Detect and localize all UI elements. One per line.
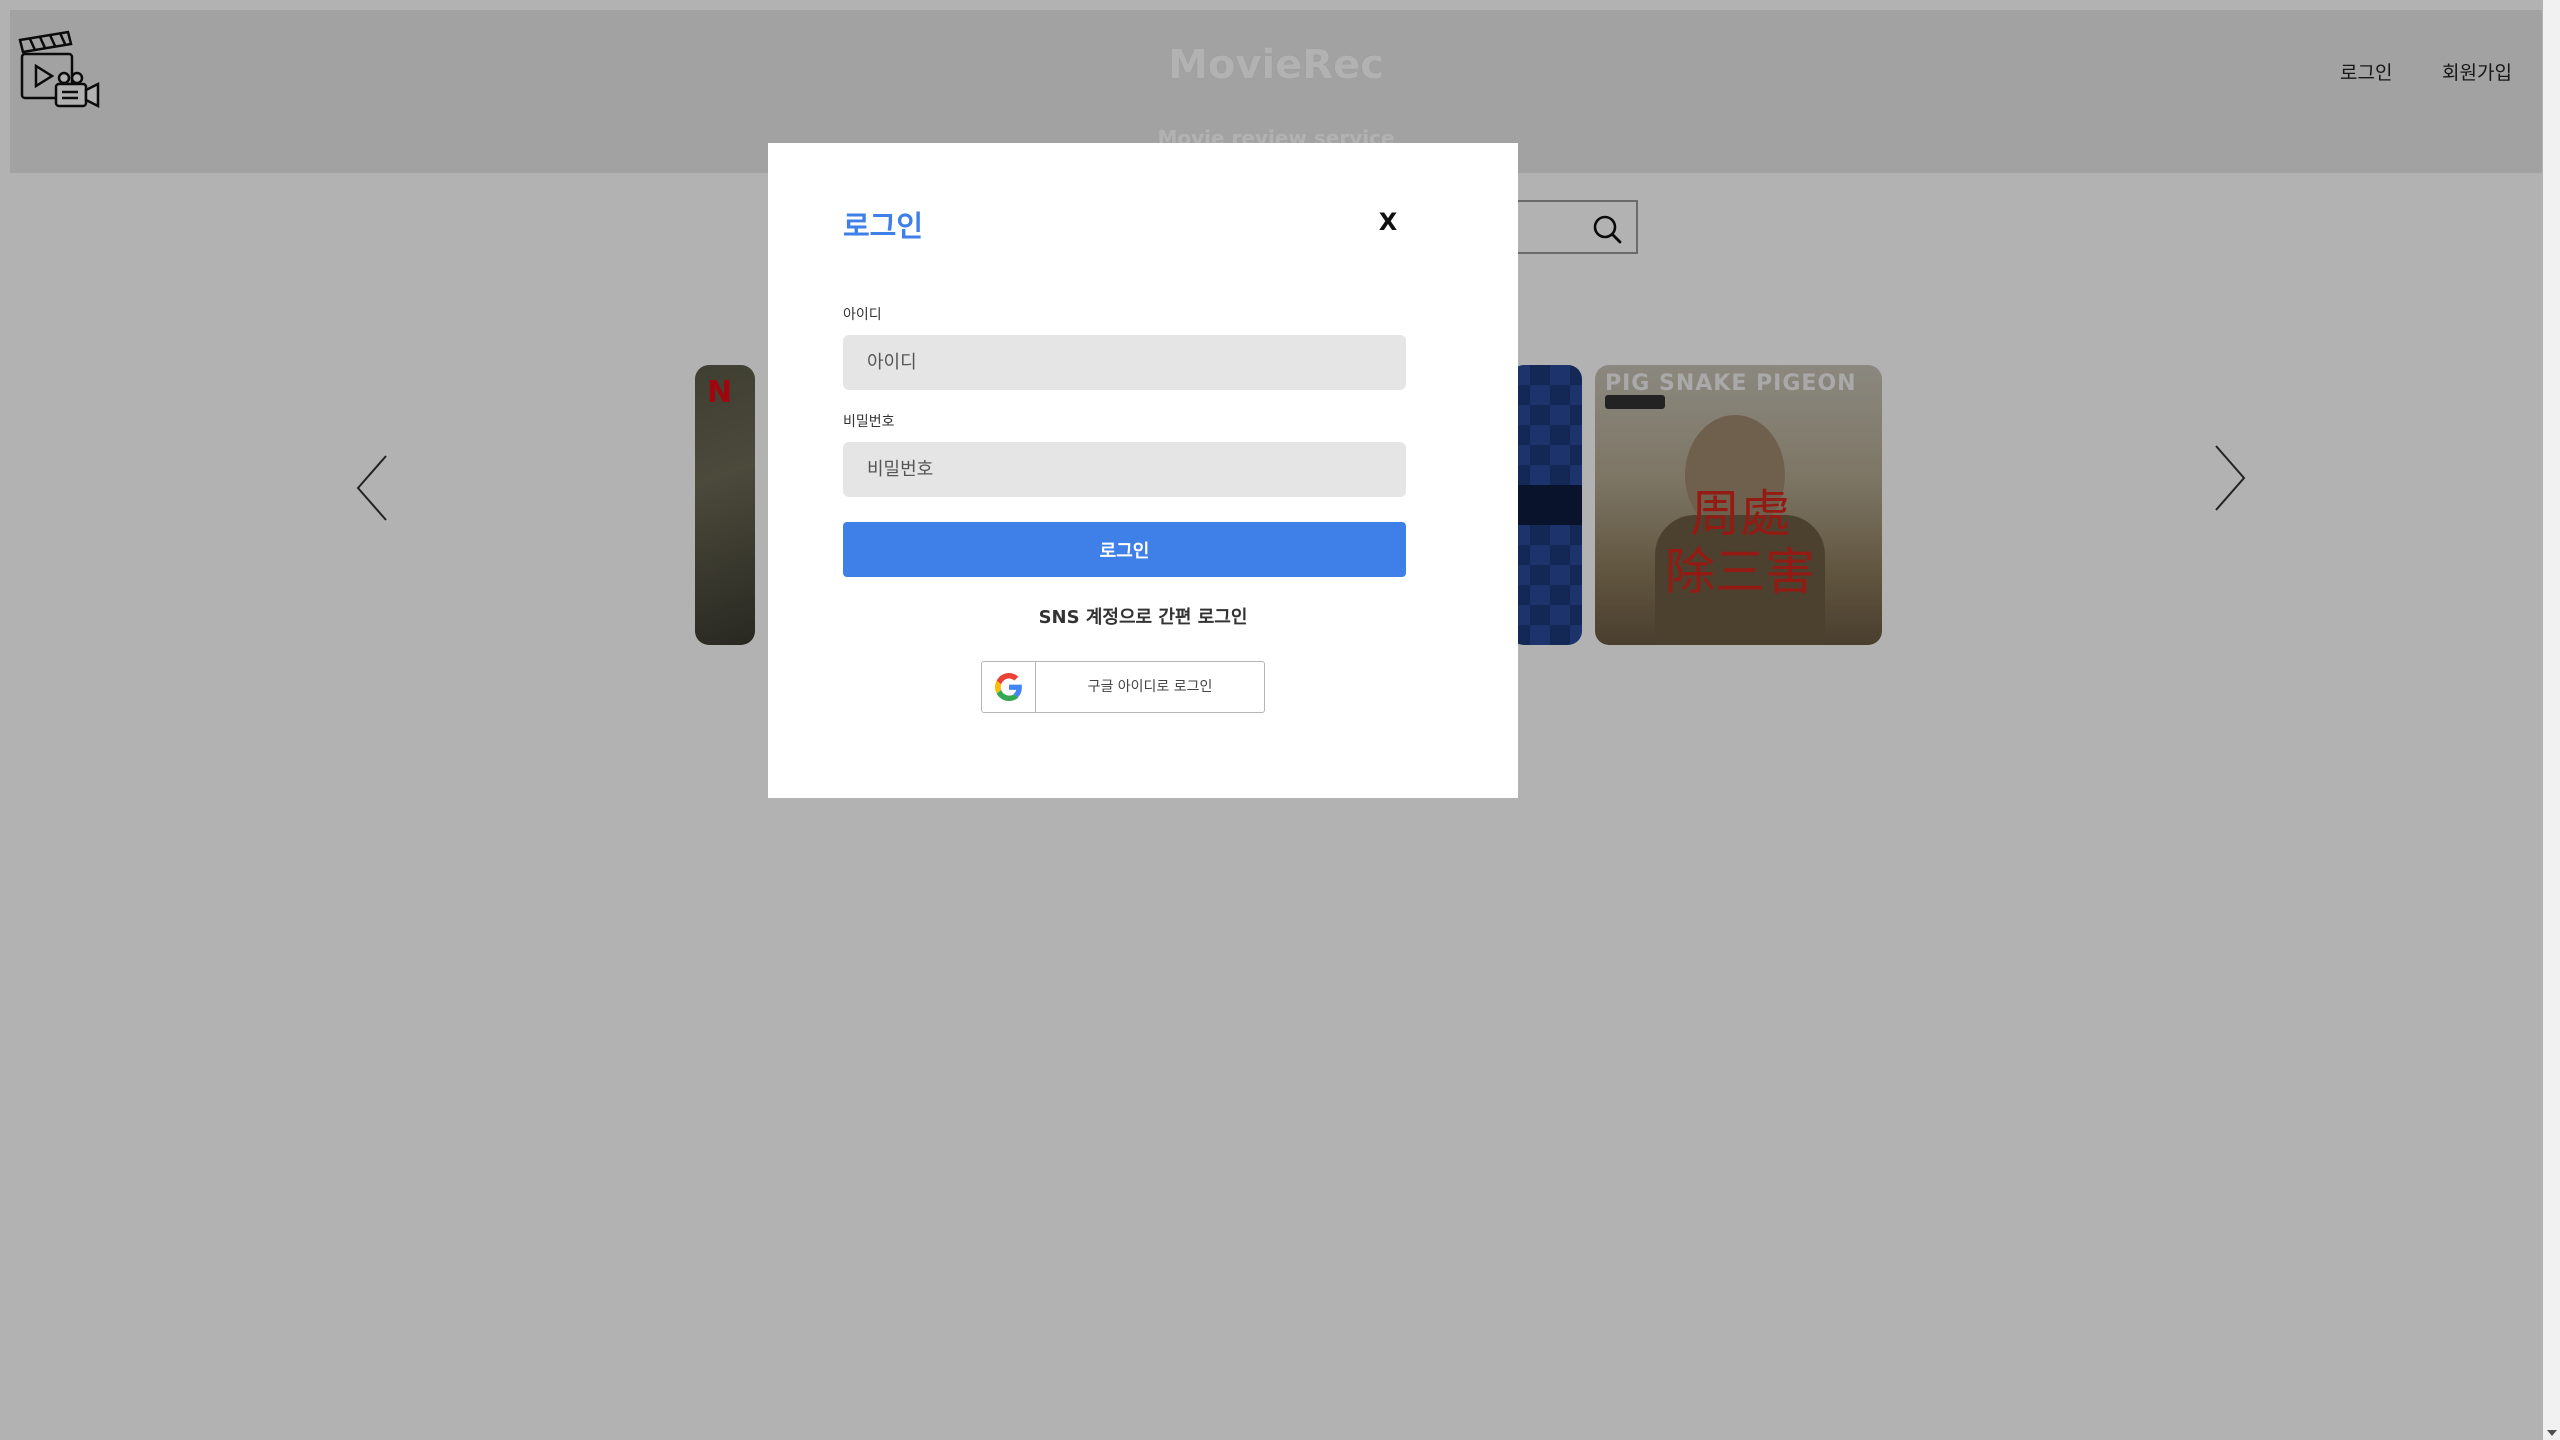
google-login-label: 구글 아이디로 로그인	[1087, 679, 1213, 695]
modal-title: 로그인	[843, 209, 924, 243]
google-icon-container	[982, 662, 1036, 712]
id-label: 아이디	[843, 307, 882, 323]
google-login-button[interactable]: 구글 아이디로 로그인	[981, 661, 1265, 713]
sns-login-caption: SNS 계정으로 간편 로그인	[1038, 607, 1248, 628]
google-g-icon	[995, 673, 1022, 701]
scroll-down-arrow-icon[interactable]	[2547, 1430, 2557, 1436]
vertical-scrollbar[interactable]	[2543, 0, 2560, 1440]
login-modal: 로그인 X 아이디 비밀번호 로그인 SNS 계정으로 간편 로그인 구글 아이…	[768, 143, 1518, 798]
login-submit-button[interactable]: 로그인	[843, 522, 1406, 577]
close-button[interactable]: X	[1373, 207, 1403, 237]
id-input[interactable]	[843, 335, 1406, 390]
password-label: 비밀번호	[843, 414, 895, 430]
password-input[interactable]	[843, 442, 1406, 497]
